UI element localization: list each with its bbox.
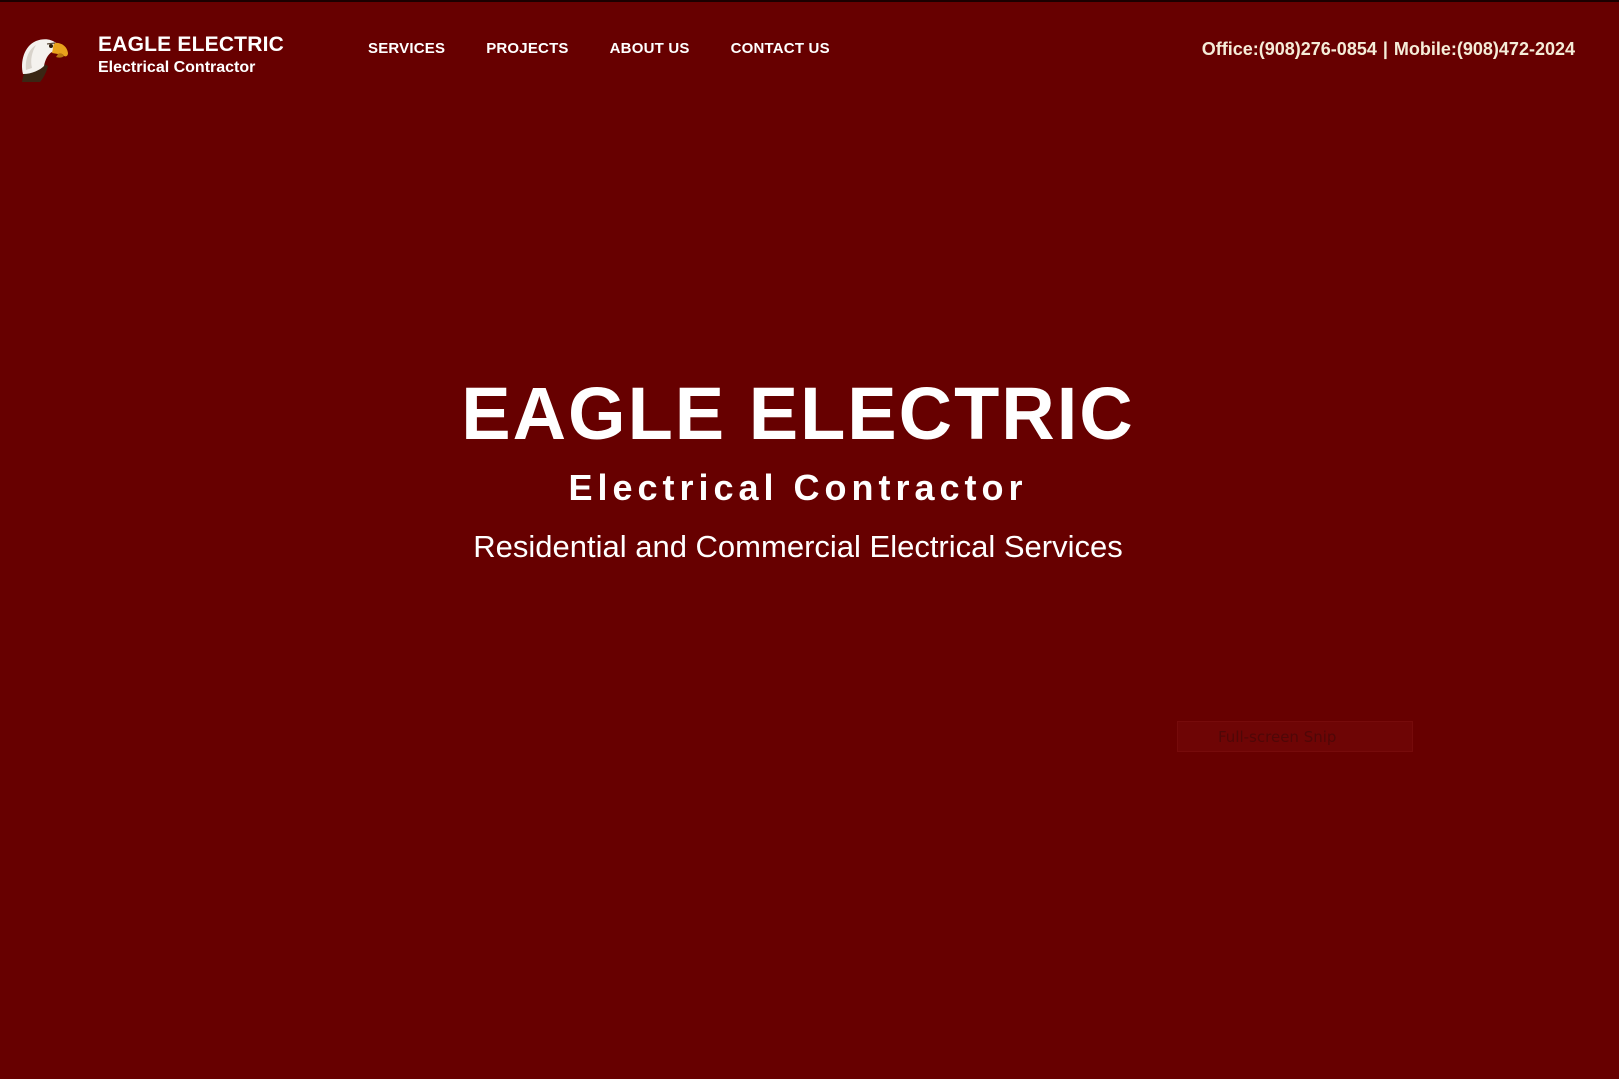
nav-projects[interactable]: PROJECTS (486, 39, 568, 59)
phone-separator: | (1382, 39, 1388, 59)
main-nav: SERVICES PROJECTS ABOUT US CONTACT US (368, 39, 871, 59)
snip-toast[interactable]: Full-screen Snip (1177, 721, 1413, 752)
page: EAGLE ELECTRIC Electrical Contractor SER… (0, 0, 1619, 1079)
nav-contact-us[interactable]: CONTACT US (731, 39, 830, 59)
brand-name: EAGLE ELECTRIC (98, 33, 284, 56)
mobile-phone[interactable]: Mobile:(908)472-2024 (1394, 39, 1575, 59)
snip-label: Full-screen Snip (1218, 728, 1337, 746)
hero-subtitle: Electrical Contractor (568, 467, 1028, 508)
hero-section: EAGLE ELECTRIC Electrical Contractor Res… (0, 372, 1596, 566)
site-header: EAGLE ELECTRIC Electrical Contractor SER… (0, 2, 1619, 102)
hero-title: EAGLE ELECTRIC (461, 372, 1135, 455)
phone-numbers: Office:(908)276-0854 | Mobile:(908)472-202… (1202, 38, 1575, 60)
office-phone[interactable]: Office:(908)276-0854 (1202, 39, 1377, 59)
eagle-head-icon (22, 39, 68, 82)
logo-link[interactable] (18, 30, 70, 82)
brand-tagline: Electrical Contractor (98, 59, 256, 76)
brand[interactable]: EAGLE ELECTRIC Electrical Contractor (98, 32, 284, 78)
nav-services[interactable]: SERVICES (368, 39, 445, 59)
hero-description: Residential and Commercial Electrical Se… (473, 529, 1123, 564)
nav-about-us[interactable]: ABOUT US (610, 39, 690, 59)
